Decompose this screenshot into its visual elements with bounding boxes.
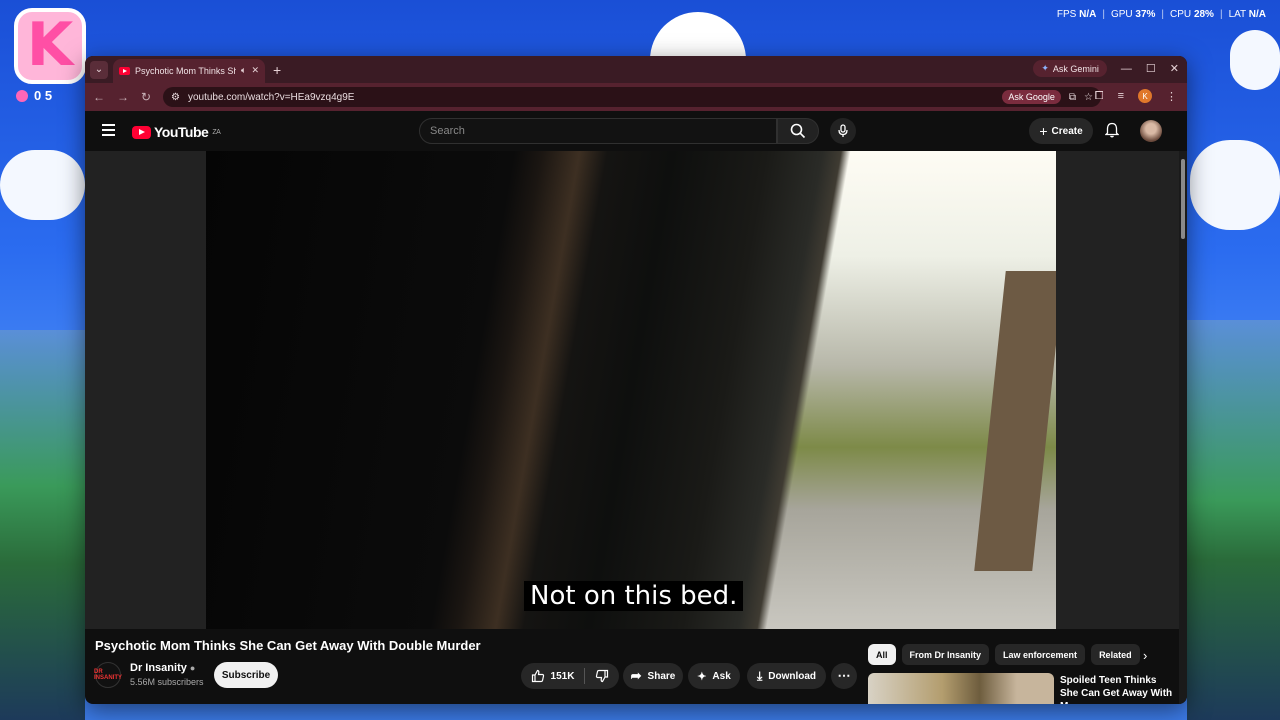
toolbar: ← → ↻ ⚙ youtube.com/watch?v=HEa9vzq4g9E …	[85, 83, 1187, 111]
profile-avatar[interactable]: K	[1138, 89, 1152, 103]
reload-icon[interactable]: ↻	[141, 90, 151, 104]
ask-label: Ask	[712, 670, 731, 682]
hill-right	[1187, 320, 1280, 720]
chip-law-enforcement[interactable]: Law enforcement	[995, 644, 1086, 665]
recommendation-thumbnail[interactable]	[868, 673, 1054, 704]
counter-value: 0 5	[34, 88, 53, 103]
chip-all[interactable]: All	[868, 644, 896, 665]
tab-strip: ⌄ Psychotic Mom Thinks She 🔈︎ ✕ + ✦ Ask …	[85, 56, 1187, 83]
minimize-icon[interactable]: —	[1121, 63, 1132, 75]
search-input[interactable]: Search	[419, 118, 777, 144]
country-code: ZA	[212, 128, 221, 136]
youtube-masthead: YouTube ZA Search + Create	[85, 111, 1187, 151]
chevron-right-icon[interactable]: ›	[1143, 648, 1147, 663]
more-actions-button[interactable]: ⋯	[831, 663, 857, 689]
url-text: youtube.com/watch?v=HEa9vzq4g9E	[187, 91, 355, 103]
ask-gemini-label: Ask Gemini	[1052, 63, 1099, 74]
channel-name-text: Dr Insanity	[130, 662, 187, 674]
share-button[interactable]: ➦ Share	[623, 663, 683, 689]
tab-search-icon[interactable]: ⌄	[90, 60, 108, 79]
install-icon[interactable]: ⧉	[1069, 92, 1076, 103]
ask-button[interactable]: ✦ Ask	[688, 663, 740, 689]
chip-related[interactable]: Related	[1091, 644, 1140, 665]
ask-google-button[interactable]: Ask Google	[1002, 90, 1061, 104]
menu-icon[interactable]	[102, 124, 115, 139]
performance-hud: FPS N/A | GPU 37% | CPU 28% | LAT N/A	[1056, 9, 1266, 20]
forward-icon[interactable]: →	[117, 90, 129, 104]
hud-lat: LAT N/A	[1228, 9, 1266, 20]
create-button[interactable]: + Create	[1029, 118, 1093, 144]
like-count: 151K	[550, 670, 575, 682]
recommendation-chips: All From Dr Insanity Law enforcement Rel…	[868, 644, 1140, 665]
maximize-icon[interactable]: ☐	[1146, 62, 1156, 75]
subscribe-button[interactable]: Subscribe	[214, 662, 278, 688]
search-button[interactable]	[777, 118, 819, 144]
subscriber-count: 5.56M subscribers	[130, 677, 204, 687]
like-dislike-group: 151K	[521, 663, 619, 689]
hud-cpu: CPU 28%	[1170, 9, 1214, 20]
download-label: Download	[768, 670, 817, 682]
browser-menu-icon[interactable]: ⋮	[1166, 90, 1177, 103]
thumbs-down-icon	[596, 669, 609, 683]
youtube-favicon-icon	[119, 66, 130, 75]
plus-icon: +	[1039, 123, 1048, 139]
verified-icon: ●	[189, 663, 196, 673]
subtitle-caption: Not on this bed.	[524, 581, 744, 611]
youtube-wordmark: YouTube	[154, 124, 209, 140]
ask-gemini-button[interactable]: ✦ Ask Gemini	[1033, 60, 1107, 77]
create-label: Create	[1051, 125, 1083, 137]
youtube-play-icon	[132, 125, 151, 139]
hill-left	[0, 330, 85, 720]
video-player[interactable]: Not on this bed.	[85, 151, 1179, 629]
cloud-decoration	[1190, 140, 1280, 230]
porch-post	[974, 271, 1056, 571]
bell-icon	[1105, 122, 1119, 138]
download-icon: ⤓	[756, 668, 763, 683]
thumbs-up-icon	[531, 669, 544, 683]
bookmark-star-icon[interactable]: ☆	[1084, 92, 1093, 103]
site-info-icon[interactable]: ⚙	[171, 92, 180, 103]
hud-fps: FPS N/A	[1056, 9, 1097, 20]
share-icon: ➦	[630, 668, 642, 683]
extensions-icon[interactable]: ⧠	[1095, 90, 1104, 103]
video-frame[interactable]: Not on this bed.	[206, 151, 1056, 629]
voice-search-button[interactable]	[830, 118, 856, 144]
microphone-icon	[838, 124, 848, 137]
back-icon[interactable]: ←	[93, 90, 105, 104]
notifications-button[interactable]	[1103, 120, 1121, 140]
close-tab-icon[interactable]: ✕	[251, 65, 259, 76]
heart-icon	[16, 89, 28, 102]
recommendation-title[interactable]: Spoiled Teen Thinks She Can Get Away Wit…	[1060, 674, 1175, 704]
gemini-sparkle-icon: ✦	[1041, 63, 1049, 73]
user-avatar[interactable]	[1140, 120, 1162, 142]
page-scrollbar[interactable]	[1179, 151, 1187, 704]
hud-gpu: GPU 37%	[1110, 9, 1156, 20]
new-tab-button[interactable]: +	[273, 62, 281, 78]
channel-name[interactable]: Dr Insanity ●	[130, 662, 195, 674]
download-button[interactable]: ⤓ Download	[747, 663, 826, 689]
browser-window: ⌄ Psychotic Mom Thinks She 🔈︎ ✕ + ✦ Ask …	[85, 56, 1187, 704]
tab-title: Psychotic Mom Thinks She	[135, 65, 237, 76]
search-icon	[790, 123, 806, 139]
tab-active[interactable]: Psychotic Mom Thinks She 🔈︎ ✕	[113, 58, 265, 83]
sparkle-icon: ✦	[697, 670, 707, 683]
channel-avatar[interactable]: DR INSANITY	[94, 662, 122, 688]
close-window-icon[interactable]: ✕	[1170, 62, 1179, 75]
cloud-decoration	[0, 150, 85, 220]
speaker-icon[interactable]: 🔈︎	[241, 65, 246, 76]
cloud-decoration	[1230, 30, 1280, 90]
share-label: Share	[647, 670, 676, 682]
like-button[interactable]: 151K	[531, 669, 575, 683]
address-bar[interactable]: ⚙ youtube.com/watch?v=HEa9vzq4g9E Ask Go…	[163, 87, 1101, 107]
video-title: Psychotic Mom Thinks She Can Get Away Wi…	[95, 638, 481, 653]
more-icon: ⋯	[837, 668, 851, 683]
app-logo[interactable]: K	[14, 8, 86, 84]
chip-from-channel[interactable]: From Dr Insanity	[901, 644, 990, 665]
media-controls-icon[interactable]: ≡	[1118, 90, 1124, 102]
dislike-button[interactable]	[595, 669, 609, 683]
counter: 0 5	[16, 88, 52, 103]
youtube-logo[interactable]: YouTube ZA	[132, 124, 221, 140]
